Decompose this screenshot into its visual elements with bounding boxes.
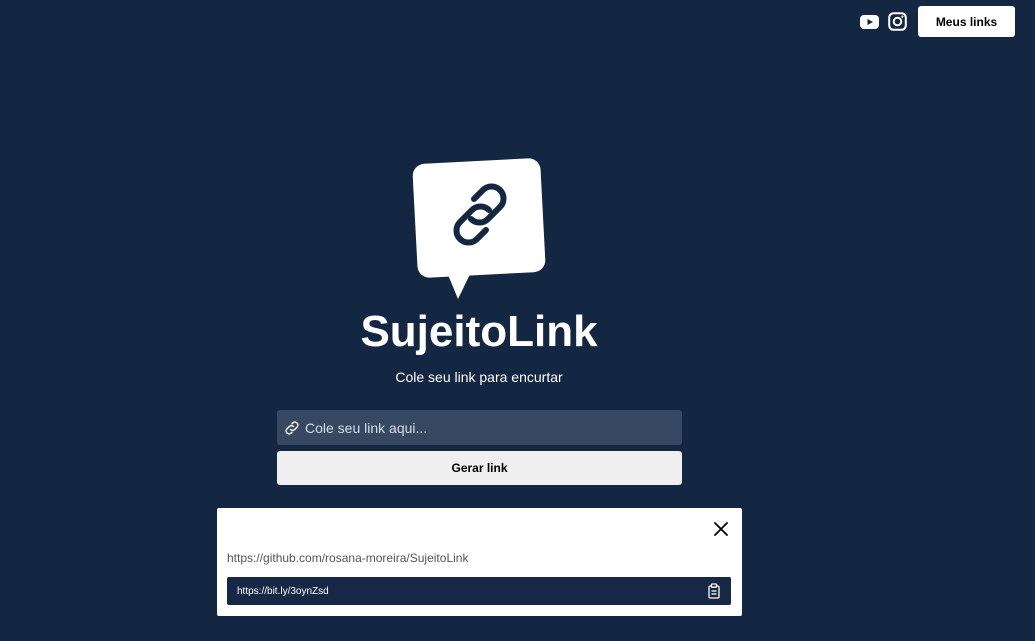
youtube-icon[interactable] [859,12,879,32]
top-bar: Meus links [859,6,1015,37]
original-url: https://github.com/rosana-moreira/Sujeit… [227,551,469,565]
clipboard-icon[interactable] [707,583,721,599]
link-icon [284,420,300,436]
page-title: SujeitoLink [360,307,598,356]
result-modal: https://github.com/rosana-moreira/Sujeit… [217,508,742,616]
page-subtitle: Cole seu link para encurtar [395,369,563,385]
close-icon[interactable] [712,520,730,538]
link-input-field [277,410,682,445]
link-input[interactable] [300,410,682,445]
generate-link-button[interactable]: Gerar link [277,451,682,485]
my-links-button[interactable]: Meus links [918,6,1015,37]
page: Meus links SujeitoLink Cole seu link par… [0,0,1035,641]
short-url[interactable]: https://bit.ly/3oynZsd [237,586,329,597]
short-url-box: https://bit.ly/3oynZsd [227,577,731,605]
link-chat-logo [412,158,546,300]
instagram-icon[interactable] [887,12,907,32]
